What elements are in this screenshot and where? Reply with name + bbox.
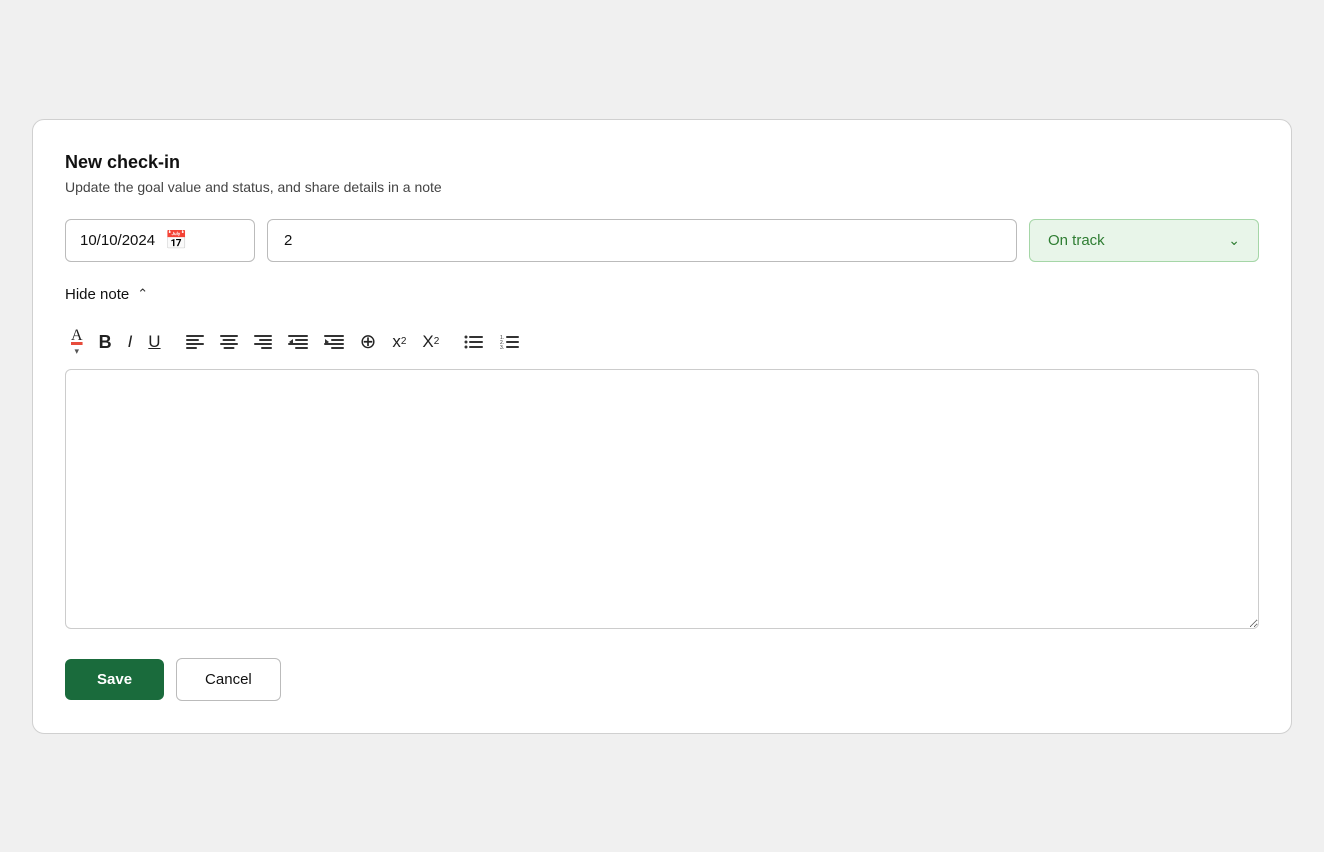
align-center-icon (220, 334, 238, 350)
cancel-button[interactable]: Cancel (176, 658, 281, 701)
new-checkin-card: New check-in Update the goal value and s… (32, 119, 1292, 734)
card-title: New check-in (65, 152, 1259, 173)
superscript-button[interactable]: x2 (386, 329, 412, 354)
subscript-button[interactable]: X2 (416, 329, 445, 354)
toolbar-separator-2 (451, 332, 452, 352)
hide-note-label: Hide note (65, 286, 129, 303)
link-button[interactable]: ⊕ (354, 328, 383, 356)
save-button[interactable]: Save (65, 659, 164, 700)
indent-decrease-button[interactable] (282, 330, 314, 354)
align-center-button[interactable] (214, 330, 244, 354)
card-subtitle: Update the goal value and status, and sh… (65, 179, 1259, 195)
status-text: On track (1048, 232, 1105, 249)
note-textarea[interactable] (65, 369, 1259, 629)
hide-note-toggle[interactable]: Hide note ⌃ (65, 286, 1259, 303)
date-value: 10/10/2024 (80, 232, 155, 249)
svg-text:3.: 3. (500, 345, 504, 350)
toolbar-separator-1 (173, 332, 174, 352)
chevron-down-icon: ⌄ (1228, 232, 1240, 249)
formatting-toolbar: A ▾ B I U (65, 323, 1259, 361)
unordered-list-icon (464, 334, 484, 350)
align-left-icon (186, 334, 204, 350)
indent-increase-icon (324, 334, 344, 350)
top-row: 10/10/2024 📅 On track ⌄ (65, 219, 1259, 262)
unordered-list-button[interactable] (458, 330, 490, 354)
font-color-chevron-icon: ▾ (75, 346, 80, 357)
date-field[interactable]: 10/10/2024 📅 (65, 219, 255, 262)
calendar-icon: 📅 (165, 230, 187, 251)
align-right-icon (254, 334, 272, 350)
font-color-button[interactable]: A ▾ (65, 323, 89, 361)
indent-increase-button[interactable] (318, 330, 350, 354)
underline-button[interactable]: U (142, 329, 166, 354)
caret-up-icon: ⌃ (137, 286, 148, 302)
font-color-letter: A (71, 327, 83, 345)
align-left-button[interactable] (180, 330, 210, 354)
italic-button[interactable]: I (122, 329, 139, 354)
action-row: Save Cancel (65, 658, 1259, 701)
align-right-button[interactable] (248, 330, 278, 354)
indent-decrease-icon (288, 334, 308, 350)
goal-value-input[interactable] (267, 219, 1017, 262)
bold-button[interactable]: B (93, 329, 118, 355)
ordered-list-button[interactable]: 1. 2. 3. (494, 330, 526, 354)
ordered-list-icon: 1. 2. 3. (500, 334, 520, 350)
status-dropdown[interactable]: On track ⌄ (1029, 219, 1259, 262)
